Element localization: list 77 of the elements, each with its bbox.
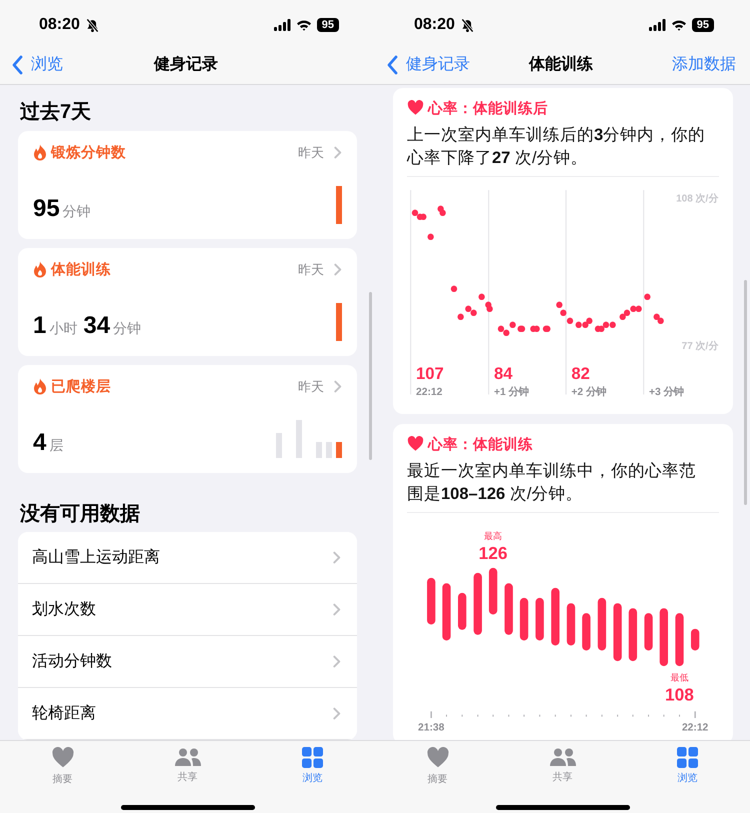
bell-slash-icon (84, 18, 100, 32)
min-label: 最低 (670, 672, 688, 682)
card-date: 昨天 (298, 144, 324, 162)
grid-icon (677, 747, 698, 768)
tab[interactable]: 摘要 (50, 741, 74, 786)
axis-label: +2 分钟 (571, 387, 606, 398)
tab[interactable]: 浏览 (677, 741, 698, 786)
heart-icon (426, 747, 450, 769)
summary-card[interactable]: 体能训练 昨天 1 小时 34 分钟 (18, 248, 357, 356)
tab[interactable]: 共享 (548, 741, 576, 786)
wifi-icon (670, 19, 687, 31)
card-title: 心率：体能训练后 (428, 99, 548, 118)
mini-bar-chart-drawing (336, 303, 342, 341)
tab[interactable]: 共享 (174, 741, 202, 786)
heart-icon (50, 747, 74, 769)
signal-icon (274, 19, 291, 31)
back-chevron-icon (386, 54, 398, 74)
tab[interactable]: 摘要 (426, 741, 450, 786)
flame-icon (33, 378, 47, 395)
flame-icon (33, 144, 47, 161)
chevron-icon (333, 602, 341, 616)
wifi-icon (296, 19, 312, 31)
grid-icon (302, 747, 323, 768)
chevron-icon (333, 654, 341, 668)
nav-title: 体能训练 (529, 54, 593, 75)
add-data-button[interactable]: 添加数据 (672, 54, 736, 75)
nav-title: 健身记录 (154, 54, 218, 75)
max-value: 126 (478, 542, 508, 563)
status-time: 08:20 (414, 16, 455, 34)
card-summary: 最近一次室内单车训练中，你的心率范围是108–126 次/分钟。 (407, 461, 697, 505)
status-time: 08:20 (39, 16, 80, 34)
min-value: 108 (665, 684, 694, 704)
max-label: 最高 (484, 530, 502, 541)
reading-value: 107 (416, 364, 444, 384)
card-title: 锻炼分钟数 (51, 144, 126, 162)
mini-bar-chart-drawing (336, 186, 342, 224)
axis-label: 108 次/分 (676, 194, 718, 204)
card-date: 昨天 (298, 260, 324, 278)
back-chevron-icon (11, 54, 23, 74)
reading-value: 82 (571, 364, 590, 384)
signal-icon (648, 19, 666, 31)
card-title: 体能训练 (51, 260, 111, 279)
card-title: 已爬楼层 (51, 378, 111, 396)
battery-indicator: 95 (316, 18, 339, 32)
heart-icon (407, 436, 424, 452)
battery-indicator: 95 (692, 18, 714, 32)
back-button[interactable]: 浏览 (11, 54, 63, 75)
chevron-icon (334, 262, 342, 276)
card-title: 心率：体能训练 (428, 435, 533, 454)
section-title: 过去7天 (20, 100, 92, 125)
heart-icon (407, 100, 424, 116)
axis-label: 22:12 (416, 387, 442, 398)
reading-value: 84 (494, 364, 513, 384)
chevron-icon (334, 380, 342, 394)
flame-icon (33, 261, 47, 278)
card-value: 95 分钟 (33, 196, 92, 224)
axis-label: +1 分钟 (494, 387, 529, 398)
card-value: 4 层 (33, 430, 64, 458)
bell-slash-icon (460, 18, 475, 32)
summary-card[interactable]: 已爬楼层 昨天 4 层 (18, 365, 357, 473)
tab[interactable]: 浏览 (302, 741, 323, 786)
card-summary: 上一次室内单车训练后的3分钟内，你的心率下降了27 次/分钟。 (407, 125, 706, 169)
people-icon (548, 747, 576, 767)
mini-bar-chart-drawing (276, 420, 342, 458)
chevron-icon (333, 706, 341, 720)
people-icon (174, 747, 202, 767)
summary-card[interactable]: 锻炼分钟数 昨天 95 分钟 (18, 131, 357, 239)
axis-label: 22:12 (682, 722, 708, 732)
card-value: 1 小时 34 分钟 (33, 313, 142, 341)
axis-label: 77 次/分 (682, 340, 718, 352)
chevron-icon (334, 146, 342, 160)
card-date: 昨天 (298, 378, 324, 396)
back-button[interactable]: 健身记录 (386, 54, 470, 75)
axis-label: +3 分钟 (649, 387, 684, 398)
chevron-icon (333, 550, 341, 564)
axis-label: 21:38 (418, 722, 444, 732)
section-title: 没有可用数据 (20, 502, 141, 527)
